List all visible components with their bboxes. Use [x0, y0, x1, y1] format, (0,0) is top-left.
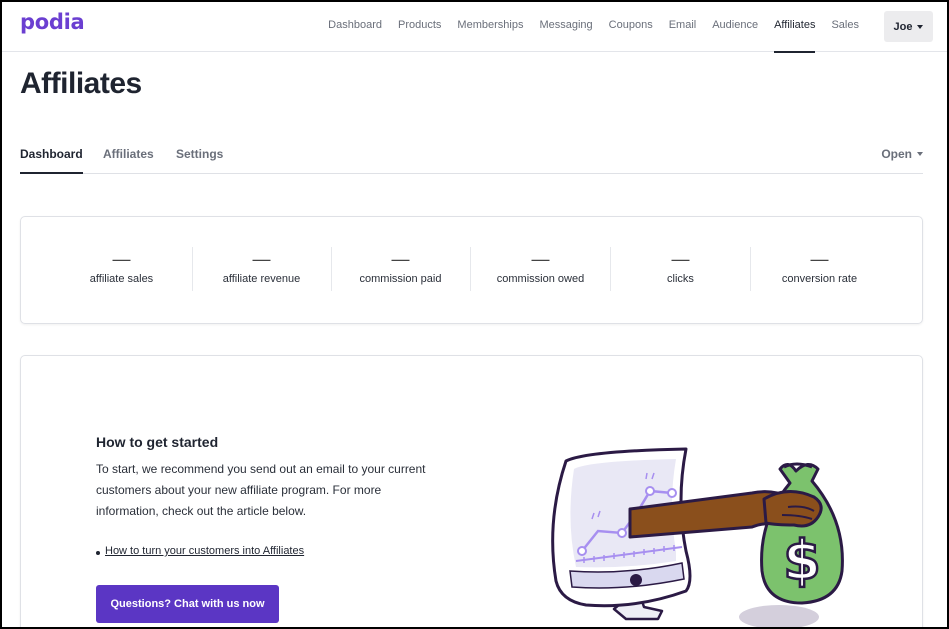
- user-name: Joe: [893, 20, 913, 33]
- status-filter-dropdown[interactable]: Open: [881, 147, 923, 161]
- list-item: How to turn your customers into Affiliat…: [96, 545, 304, 557]
- getting-started-body: To start, we recommend you send out an e…: [96, 462, 426, 518]
- nav-affiliates[interactable]: Affiliates: [766, 0, 823, 53]
- stat-value: —: [671, 249, 690, 269]
- stat-value: —: [391, 249, 410, 269]
- getting-started-card: How to get started To start, we recommen…: [20, 355, 923, 629]
- hand-shape: [762, 490, 823, 528]
- tab-affiliates[interactable]: Affiliates: [103, 147, 154, 161]
- chevron-down-icon: [917, 24, 924, 29]
- tab-dashboard[interactable]: Dashboard: [20, 147, 83, 174]
- nav-products[interactable]: Products: [390, 0, 449, 52]
- stat-commission-owed: — commission owed: [471, 249, 610, 291]
- tab-settings[interactable]: Settings: [176, 147, 223, 161]
- stats-card: — affiliate sales — affiliate revenue — …: [20, 216, 923, 324]
- article-list: How to turn your customers into Affiliat…: [96, 545, 304, 557]
- shadow-shape: [739, 605, 819, 629]
- podia-logo[interactable]: podia: [20, 10, 85, 34]
- stat-affiliate-revenue: — affiliate revenue: [192, 249, 331, 291]
- stat-clicks: — clicks: [611, 249, 750, 291]
- stat-conversion-rate: — conversion rate: [750, 249, 889, 291]
- user-menu-button[interactable]: Joe: [884, 11, 933, 42]
- stat-label: commission owed: [496, 273, 585, 285]
- chat-button[interactable]: Questions? Chat with us now: [96, 585, 279, 623]
- stat-commission-paid: — commission paid: [331, 249, 470, 291]
- stat-value: —: [112, 249, 131, 269]
- dollar-sign-icon: $: [783, 529, 821, 592]
- nav-memberships[interactable]: Memberships: [449, 0, 531, 52]
- stat-value: —: [531, 249, 550, 269]
- article-link[interactable]: How to turn your customers into Affiliat…: [105, 545, 304, 557]
- nav-email[interactable]: Email: [661, 0, 705, 52]
- page-title: Affiliates: [20, 67, 142, 100]
- stat-affiliate-sales: — affiliate sales: [52, 249, 191, 291]
- subtabs: Dashboard Affiliates Settings Open: [20, 134, 923, 174]
- money-from-computer-illustration: $: [551, 447, 844, 629]
- status-filter-label: Open: [881, 147, 912, 161]
- stat-label: commission paid: [359, 273, 442, 285]
- stat-label: conversion rate: [781, 273, 858, 285]
- stat-label: affiliate revenue: [222, 273, 301, 285]
- bag-knot: [783, 462, 813, 469]
- nav-sales[interactable]: Sales: [823, 0, 867, 52]
- chevron-down-icon: [917, 152, 923, 156]
- stat-value: —: [810, 249, 829, 269]
- nav-messaging[interactable]: Messaging: [531, 0, 600, 52]
- stat-label: affiliate sales: [89, 273, 154, 285]
- nav-coupons[interactable]: Coupons: [601, 0, 661, 52]
- main-nav: Dashboard Products Memberships Messaging…: [320, 0, 867, 53]
- nav-dashboard[interactable]: Dashboard: [320, 0, 390, 52]
- logo-mark: [630, 574, 642, 586]
- stat-label: clicks: [667, 273, 694, 285]
- stat-value: —: [252, 249, 271, 269]
- getting-started-title: How to get started: [96, 434, 219, 450]
- nav-audience[interactable]: Audience: [704, 0, 766, 52]
- top-navbar: podia Dashboard Products Memberships Mes…: [0, 0, 949, 53]
